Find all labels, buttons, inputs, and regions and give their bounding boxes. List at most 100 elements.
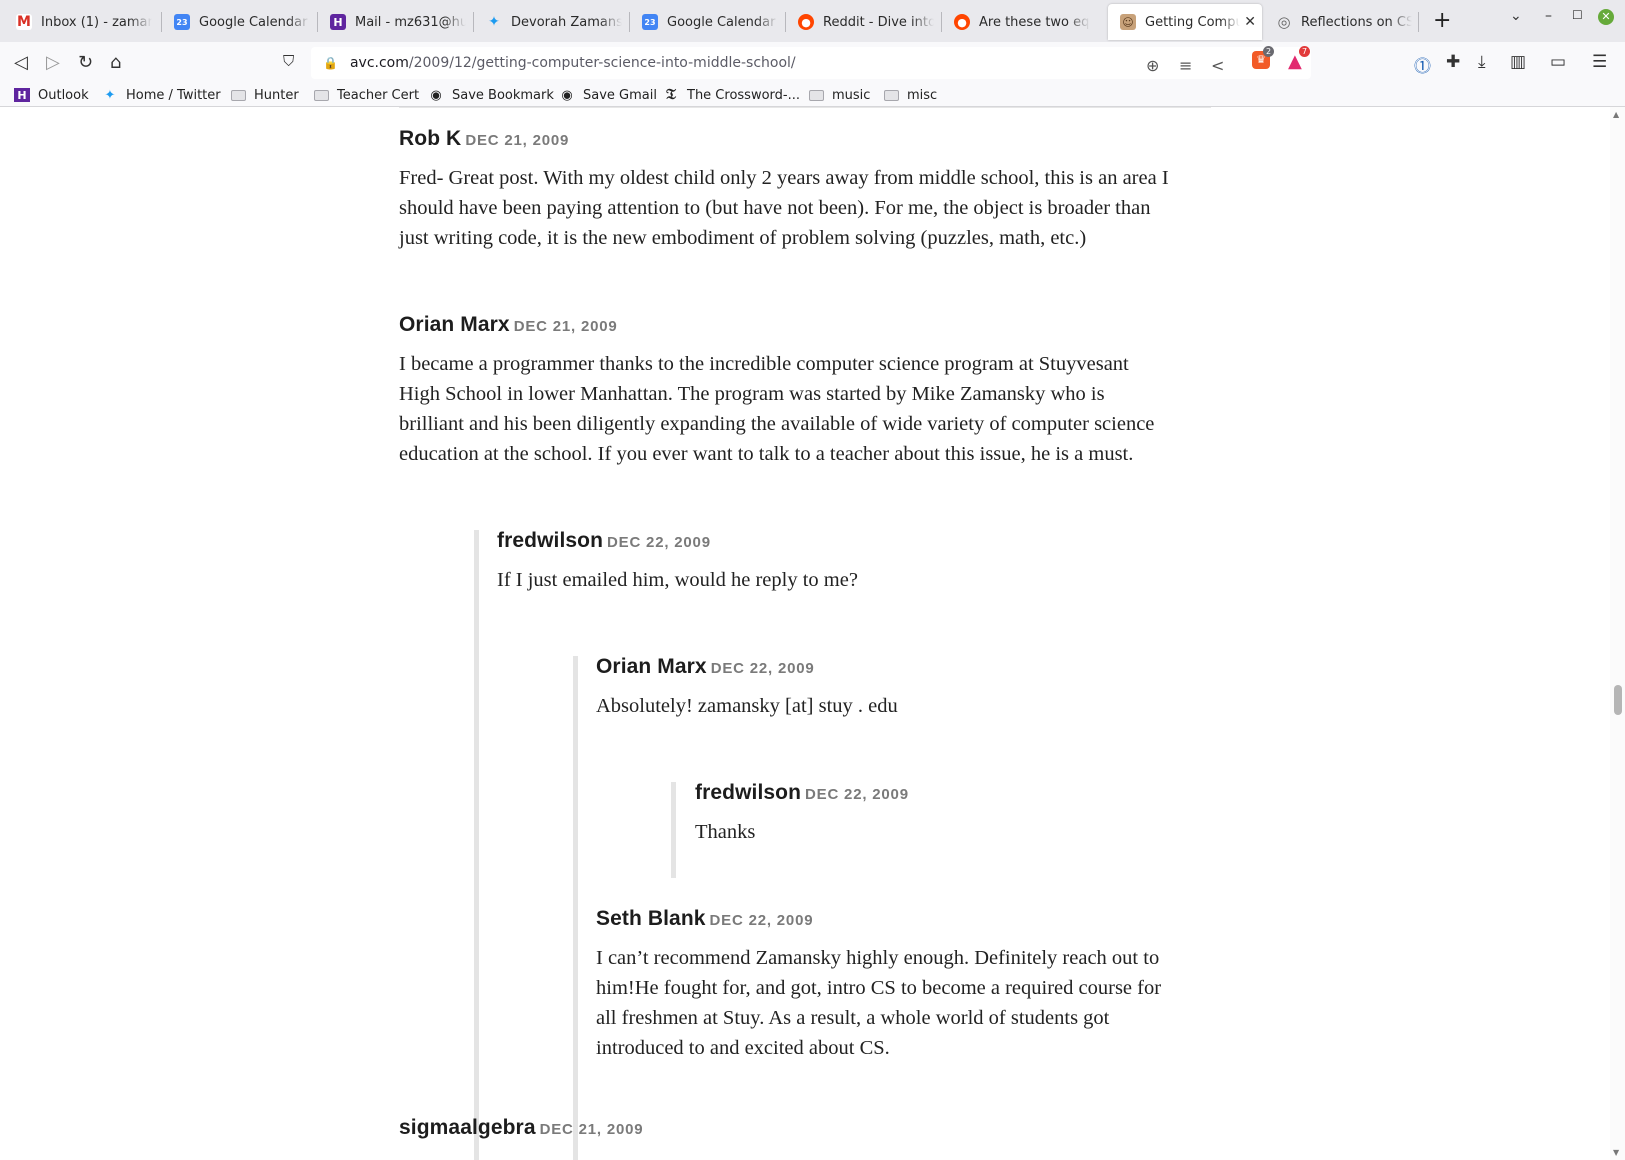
comment-author[interactable]: sigmaalgebra bbox=[399, 1116, 536, 1139]
url-bar[interactable]: 🔒 avc.com/2009/12/getting-computer-scien… bbox=[311, 47, 1311, 79]
tab-label: Reflections on CS Ed bbox=[1301, 14, 1412, 30]
list-tabs-icon[interactable]: ⌄ bbox=[1510, 8, 1522, 24]
divider bbox=[399, 107, 1211, 108]
comment-date[interactable]: DEC 22, 2009 bbox=[607, 534, 711, 551]
comment-date[interactable]: DEC 21, 2009 bbox=[514, 318, 618, 335]
comment-body: Thanks bbox=[695, 821, 756, 843]
comment-date[interactable]: DEC 21, 2009 bbox=[540, 1121, 644, 1138]
bookmarks-bar: H Outlook ✦ Home / Twitter Hunter Teache… bbox=[0, 84, 1625, 107]
zoom-icon[interactable]: ⊕ bbox=[1146, 56, 1159, 75]
bookmark-label: misc bbox=[907, 87, 938, 103]
thread-line bbox=[573, 656, 578, 1160]
hunter-icon: H bbox=[14, 88, 30, 102]
reddit-icon: ● bbox=[954, 14, 970, 30]
comment-author[interactable]: Rob K bbox=[399, 127, 461, 150]
home-icon[interactable]: ⌂ bbox=[110, 52, 121, 73]
scrollbar-thumb[interactable] bbox=[1614, 685, 1622, 715]
password-manager-icon[interactable]: ⓵ bbox=[1414, 52, 1431, 77]
comment-date[interactable]: DEC 21, 2009 bbox=[465, 132, 569, 149]
bookmark-label: Home / Twitter bbox=[126, 87, 221, 103]
back-icon[interactable]: ◁ bbox=[14, 52, 28, 73]
minimize-icon[interactable]: – bbox=[1545, 8, 1552, 24]
tab-google-calendar[interactable]: 23 Google Calendar - M bbox=[162, 4, 316, 40]
bookmark-label: The Crossword-... bbox=[687, 87, 800, 103]
thread-line bbox=[671, 782, 676, 878]
menu-icon[interactable]: ☰ bbox=[1592, 52, 1607, 72]
bookmark-label: Teacher Cert bbox=[337, 87, 420, 103]
new-tab-icon[interactable]: + bbox=[1433, 8, 1451, 33]
tab-label: Getting Compute bbox=[1145, 14, 1241, 30]
download-icon[interactable]: ⤓ bbox=[1478, 52, 1486, 72]
calendar-icon: 23 bbox=[174, 14, 190, 30]
bookmark-save-bookmark[interactable]: ◉ Save Bookmark bbox=[428, 84, 554, 106]
tab-reddit-2[interactable]: ● Are these two equiva bbox=[942, 4, 1096, 40]
comment-body: I became a programmer thanks to the incr… bbox=[399, 353, 1155, 465]
tab-active-avc[interactable]: ☺ Getting Compute ✕ bbox=[1108, 4, 1262, 40]
bookmark-label: Save Bookmark bbox=[452, 87, 554, 103]
forward-icon[interactable]: ▷ bbox=[46, 52, 60, 73]
share-icon[interactable]: < bbox=[1211, 56, 1224, 75]
folder-icon bbox=[808, 88, 824, 102]
tab-google-calendar-2[interactable]: 23 Google Calendar - M bbox=[630, 4, 784, 40]
tab-reflections[interactable]: ◎ Reflections on CS Ed bbox=[1264, 4, 1418, 40]
tab-reddit[interactable]: ● Reddit - Dive into any bbox=[786, 4, 940, 40]
lock-icon: 🔒 bbox=[323, 56, 338, 70]
globe-icon: ◉ bbox=[561, 87, 573, 103]
comment-body: Fred- Great post. With my oldest child o… bbox=[399, 167, 1169, 249]
comment-body: I can’t recommend Zamansky highly enough… bbox=[596, 947, 1162, 1059]
comment-author[interactable]: fredwilson bbox=[497, 529, 603, 552]
bookmark-home-twitter[interactable]: ✦ Home / Twitter bbox=[102, 84, 221, 106]
comments-section: Rob K DEC 21, 2009 Fred- Great post. With… bbox=[0, 107, 1610, 1160]
scroll-up-icon[interactable]: ▲ bbox=[1613, 110, 1619, 119]
extensions-icon[interactable]: ✚ bbox=[1446, 52, 1460, 72]
comment-date[interactable]: DEC 22, 2009 bbox=[805, 786, 909, 803]
tab-twitter[interactable]: ✦ Devorah Zamansky o bbox=[474, 4, 628, 40]
avc-icon: ☺ bbox=[1120, 14, 1136, 30]
tab-label: Google Calendar - M bbox=[667, 14, 778, 30]
sidebar-icon[interactable]: ▥ bbox=[1510, 52, 1526, 72]
nyt-icon: 𝔗 bbox=[666, 87, 676, 103]
bookmark-folder-misc[interactable]: misc bbox=[883, 84, 937, 106]
bookmark-icon[interactable]: ⛉ bbox=[283, 52, 294, 70]
scrollbar[interactable] bbox=[1610, 107, 1625, 1160]
comment-author[interactable]: Orian Marx bbox=[596, 655, 707, 678]
comment-body: Absolutely! zamansky [at] stuy . edu bbox=[596, 695, 898, 717]
bookmark-label: Outlook bbox=[38, 87, 89, 103]
twitter-icon: ✦ bbox=[488, 14, 500, 30]
comment-reply: Seth Blank DEC 22, 2009 I can’t recommend… bbox=[596, 907, 1216, 1063]
reader-mode-icon[interactable]: ≡ bbox=[1179, 56, 1192, 75]
bookmark-crossword[interactable]: 𝔗 The Crossword-... bbox=[663, 84, 800, 106]
bookmark-label: Hunter bbox=[254, 87, 299, 103]
comment-author[interactable]: fredwilson bbox=[695, 781, 801, 804]
wallet-icon[interactable]: ▭ bbox=[1550, 52, 1566, 72]
close-window-icon[interactable]: ✕ bbox=[1598, 9, 1614, 25]
tab-inbox[interactable]: M Inbox (1) - zamansky@ bbox=[4, 4, 158, 40]
tab-hunter-mail[interactable]: H Mail - mz631@hunter bbox=[318, 4, 472, 40]
bookmark-outlook[interactable]: H Outlook bbox=[14, 84, 89, 106]
bookmark-folder-music[interactable]: music bbox=[808, 84, 870, 106]
tab-label: Reddit - Dive into any bbox=[823, 14, 934, 30]
globe-icon: ◎ bbox=[1277, 13, 1291, 31]
maximize-icon[interactable]: ☐ bbox=[1572, 8, 1583, 22]
tab-label: Are these two equiva bbox=[979, 14, 1090, 30]
thread-line bbox=[474, 530, 479, 1160]
url-path: /2009/12/getting-computer-science-into-m… bbox=[408, 55, 796, 71]
bookmark-folder-teacher-cert[interactable]: Teacher Cert bbox=[313, 84, 419, 106]
close-tab-icon[interactable]: ✕ bbox=[1244, 14, 1256, 30]
folder-icon bbox=[313, 88, 329, 102]
rewards-badge: 7 bbox=[1299, 46, 1311, 57]
bookmark-folder-hunter[interactable]: Hunter bbox=[230, 84, 299, 106]
comment-author[interactable]: Seth Blank bbox=[596, 907, 706, 930]
comment-date[interactable]: DEC 22, 2009 bbox=[711, 660, 815, 677]
shields-badge: 2 bbox=[1263, 46, 1275, 57]
tab-label: Google Calendar - M bbox=[199, 14, 310, 30]
comment-reply: fredwilson DEC 22, 2009 If I just emailed… bbox=[497, 529, 1217, 595]
comment-author[interactable]: Orian Marx bbox=[399, 313, 510, 336]
url-domain: avc.com bbox=[349, 55, 409, 71]
comment-date[interactable]: DEC 22, 2009 bbox=[710, 912, 814, 929]
scroll-down-icon[interactable]: ▼ bbox=[1613, 1148, 1619, 1157]
folder-icon bbox=[230, 88, 246, 102]
gmail-icon: M bbox=[16, 14, 32, 30]
reload-icon[interactable]: ↻ bbox=[78, 52, 93, 73]
bookmark-save-gmail[interactable]: ◉ Save Gmail bbox=[559, 84, 657, 106]
